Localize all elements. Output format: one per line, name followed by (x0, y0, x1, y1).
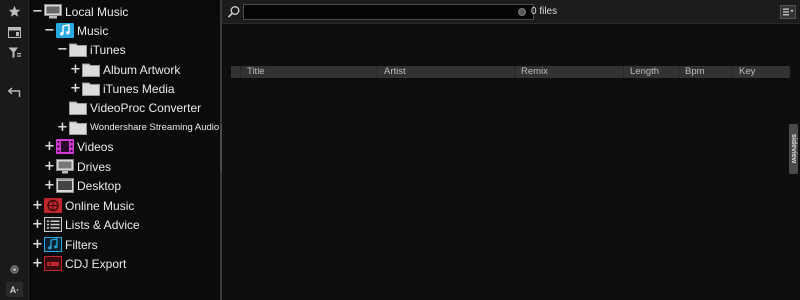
font-size-label: A· (9, 284, 20, 295)
tree-item-videos[interactable]: + Videos (44, 137, 113, 156)
folder-icon (69, 100, 87, 115)
tree-item-videoproc-converter[interactable]: VideoProc Converter (57, 98, 201, 117)
desktop-icon (56, 178, 74, 193)
favorites-star-icon[interactable] (6, 4, 23, 19)
sideview-tab[interactable]: sideview (789, 124, 798, 174)
tree-item-label: Music (77, 23, 109, 38)
expand-toggle[interactable]: + (32, 235, 43, 254)
browser-icon[interactable] (6, 25, 23, 40)
track-list-header: Title Artist Remix Length Bpm Key (231, 66, 790, 78)
expand-toggle[interactable]: + (44, 176, 55, 195)
sideview-tab-label: sideview (790, 134, 797, 164)
filter-folder-icon (44, 237, 62, 252)
expand-toggle[interactable]: + (32, 215, 43, 234)
expand-toggle[interactable]: + (44, 137, 55, 156)
online-music-icon (44, 198, 62, 213)
left-toolbar: A· (0, 0, 29, 300)
tree-item-wondershare[interactable]: + Wondershare Streaming Audio Recorder (57, 118, 220, 137)
folder-icon (82, 62, 100, 77)
tree-item-lists-advice[interactable]: + Lists & Advice (32, 215, 140, 234)
expand-toggle[interactable]: + (70, 60, 81, 79)
column-header-artist[interactable]: Artist (377, 66, 514, 78)
tree-item-label: Videos (77, 139, 114, 154)
search-input[interactable] (243, 4, 534, 20)
tree-item-online-music[interactable]: + Online Music (32, 196, 134, 215)
folder-icon (69, 42, 87, 57)
column-header-bpm[interactable]: Bpm (678, 66, 732, 78)
tree-item-label: Desktop (77, 178, 122, 193)
tree-item-label: Album Artwork (103, 62, 181, 77)
column-header-remix[interactable]: Remix (514, 66, 623, 78)
folder-tree: − Local Music − Music − iTunes + Album A… (30, 0, 220, 300)
folder-icon (69, 120, 87, 135)
tree-item-itunes-media[interactable]: + iTunes Media (70, 79, 175, 98)
tree-item-label: Online Music (65, 198, 135, 213)
tree-item-label: Drives (77, 159, 112, 174)
expand-toggle[interactable]: + (32, 196, 43, 215)
tree-item-music[interactable]: − Music (44, 21, 108, 40)
file-count: 0 files (531, 6, 558, 17)
search-icon[interactable] (227, 5, 241, 19)
cdj-export-icon (44, 256, 62, 271)
tree-item-local-music[interactable]: − Local Music (32, 2, 128, 21)
column-header-length[interactable]: Length (623, 66, 678, 78)
back-icon[interactable] (6, 85, 23, 100)
music-folder-icon (56, 23, 74, 38)
column-header-marker (231, 66, 240, 78)
collapse-toggle[interactable]: − (32, 2, 43, 21)
expand-toggle[interactable]: + (32, 254, 43, 273)
videos-icon (56, 139, 74, 154)
list-view-menu-icon[interactable] (780, 5, 796, 19)
tree-item-album-artwork[interactable]: + Album Artwork (70, 60, 180, 79)
tree-item-label: iTunes Media (103, 81, 175, 96)
tree-item-filters[interactable]: + Filters (32, 235, 98, 254)
filter-icon[interactable] (6, 45, 23, 60)
expand-toggle[interactable]: + (70, 79, 81, 98)
tree-item-itunes[interactable]: − iTunes (57, 40, 126, 59)
tree-item-label: CDJ Export (65, 256, 127, 271)
column-header-key[interactable]: Key (732, 66, 790, 78)
collapse-toggle[interactable]: − (57, 40, 68, 59)
file-count-indicator-icon (518, 8, 526, 16)
collapse-toggle[interactable]: − (44, 21, 55, 40)
tree-item-label: VideoProc Converter (90, 100, 202, 115)
tree-item-drives[interactable]: + Drives (44, 157, 111, 176)
tree-item-label: Wondershare Streaming Audio Recorder (90, 122, 220, 133)
column-header-title[interactable]: Title (240, 66, 377, 78)
tree-item-label: Local Music (65, 4, 129, 19)
tree-item-label: Filters (65, 237, 98, 252)
drive-icon (56, 159, 74, 174)
list-icon (44, 217, 62, 232)
tree-item-label: Lists & Advice (65, 217, 140, 232)
expand-toggle[interactable]: + (44, 157, 55, 176)
tree-item-cdj-export[interactable]: + CDJ Export (32, 254, 126, 273)
main-pane: 0 files Title Artist Remix Length Bpm Ke… (222, 0, 800, 300)
font-size-icon[interactable]: A· (6, 282, 23, 297)
tree-item-label: iTunes (90, 42, 126, 57)
small-dot-icon[interactable] (6, 262, 23, 277)
search-toolbar: 0 files (222, 0, 800, 24)
computer-icon (44, 4, 62, 19)
expand-toggle[interactable]: + (57, 118, 68, 137)
folder-icon (82, 81, 100, 96)
tree-item-desktop[interactable]: + Desktop (44, 176, 121, 195)
